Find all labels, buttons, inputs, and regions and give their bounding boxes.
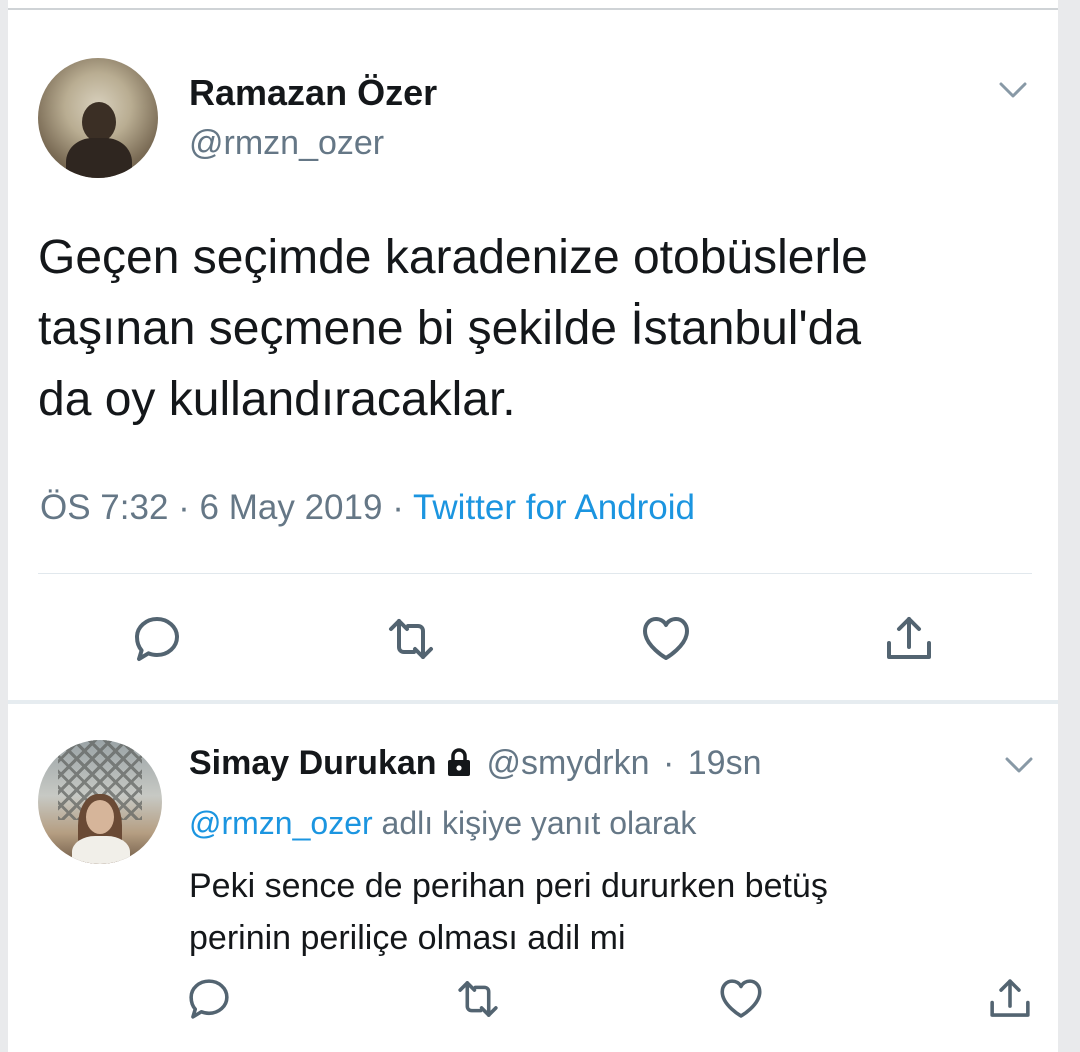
author-name[interactable]: Ramazan Özer — [189, 72, 437, 114]
share-icon[interactable] — [985, 974, 1035, 1024]
divider — [38, 573, 1032, 574]
reply-time[interactable]: 19sn — [688, 744, 762, 782]
reply-header: Simay Durukan @smydrkn · 19sn — [189, 744, 761, 783]
tweet-divider — [8, 700, 1058, 704]
retweet-icon[interactable] — [453, 974, 503, 1024]
tweet-source-link[interactable]: Twitter for Android — [413, 488, 695, 527]
reply-icon[interactable] — [129, 611, 185, 667]
tweet-meta: ÖS 7:32 · 6 May 2019 · Twitter for Andro… — [40, 488, 695, 528]
avatar-head — [82, 102, 116, 142]
like-icon[interactable] — [716, 974, 766, 1024]
reply-mention-link[interactable]: @rmzn_ozer — [189, 805, 373, 841]
meta-separator: · — [662, 744, 675, 782]
retweet-icon[interactable] — [383, 611, 439, 667]
meta-separator: · — [392, 488, 404, 527]
like-icon[interactable] — [638, 611, 694, 667]
avatar-body — [66, 138, 132, 178]
tweet-text: Geçen seçimde karadenize otobüslerle taş… — [38, 231, 868, 426]
replying-to-label: adlı kişiye yanıt olarak — [381, 805, 697, 841]
avatar-shirt — [72, 836, 130, 864]
lock-icon — [443, 746, 475, 778]
avatar[interactable] — [38, 740, 162, 864]
reply-icon[interactable] — [184, 974, 234, 1024]
reply-text: Peki sence de perihan peri dururken betü… — [189, 867, 828, 957]
share-icon[interactable] — [881, 611, 937, 667]
replying-to: @rmzn_ozer adlı kişiye yanıt olarak — [189, 805, 696, 842]
avatar[interactable] — [38, 58, 158, 178]
tweet-date[interactable]: 6 May 2019 — [200, 488, 383, 527]
avatar-face — [86, 800, 114, 834]
tweet-time[interactable]: ÖS 7:32 — [40, 488, 168, 527]
meta-separator: · — [178, 488, 190, 527]
chevron-down-icon[interactable] — [1004, 754, 1034, 776]
top-divider — [8, 8, 1058, 10]
reply-author-handle[interactable]: @smydrkn — [487, 744, 650, 782]
reply-author-name[interactable]: Simay Durukan — [189, 744, 437, 782]
author-handle[interactable]: @rmzn_ozer — [189, 124, 384, 163]
tweet-sheet: Ramazan Özer @rmzn_ozer Geçen seçimde ka… — [8, 0, 1058, 1052]
chevron-down-icon[interactable] — [998, 78, 1028, 102]
